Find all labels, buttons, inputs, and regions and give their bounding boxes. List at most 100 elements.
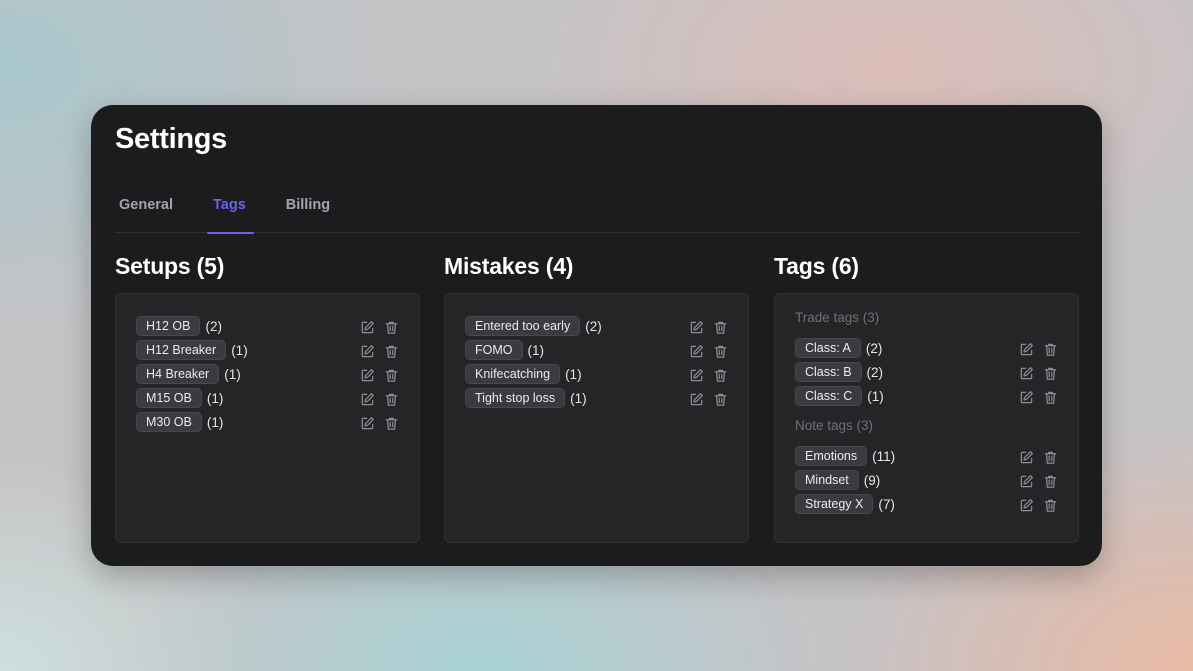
trash-icon[interactable]	[713, 392, 728, 407]
edit-icon[interactable]	[360, 320, 375, 335]
row-actions	[689, 320, 728, 335]
tag-row: Class: C (1)	[795, 384, 1058, 408]
trash-icon[interactable]	[713, 320, 728, 335]
tag-count: (1)	[206, 414, 224, 430]
trash-icon[interactable]	[1043, 498, 1058, 513]
tag-count: (1)	[206, 390, 224, 406]
tag-row: H12 OB (2)	[136, 314, 399, 338]
trash-icon[interactable]	[1043, 450, 1058, 465]
tab-tags[interactable]: Tags	[207, 195, 254, 234]
tag-pill[interactable]: FOMO	[465, 340, 523, 360]
tag-row: Entered too early (2)	[465, 314, 728, 338]
edit-icon[interactable]	[360, 416, 375, 431]
setups-card: H12 OB (2) H12 Breaker (1) H4 Breaker (1) M15 …	[115, 293, 420, 543]
row-actions	[689, 368, 728, 383]
edit-icon[interactable]	[1019, 498, 1034, 513]
edit-icon[interactable]	[360, 392, 375, 407]
trash-icon[interactable]	[384, 392, 399, 407]
trade-tags-list: Class: A (2) Class: B (2) Class: C (1)	[795, 336, 1058, 408]
tag-pill[interactable]: H4 Breaker	[136, 364, 220, 384]
row-actions	[1019, 366, 1058, 381]
mistakes-list: Entered too early (2) FOMO (1) Knifecatching…	[465, 314, 728, 410]
tag-row: H4 Breaker (1)	[136, 362, 399, 386]
mistakes-card: Entered too early (2) FOMO (1) Knifecatching…	[444, 293, 749, 543]
tag-row: H12 Breaker (1)	[136, 338, 399, 362]
trash-icon[interactable]	[713, 344, 728, 359]
tag-row: Emotions (11)	[795, 444, 1058, 468]
tags-heading: Tags (6)	[774, 253, 859, 279]
tab-billing[interactable]: Billing	[282, 195, 334, 233]
mistakes-heading: Mistakes (4)	[444, 253, 574, 279]
tag-row: Tight stop loss (1)	[465, 386, 728, 410]
tag-row: Class: B (2)	[795, 360, 1058, 384]
tag-row: Mindset (9)	[795, 468, 1058, 492]
tag-pill[interactable]: Class: A	[795, 338, 861, 358]
trash-icon[interactable]	[384, 368, 399, 383]
tag-count: (7)	[878, 496, 895, 512]
tag-row: FOMO (1)	[465, 338, 728, 362]
note-tags-label: Note tags (3)	[795, 418, 874, 433]
tag-count: (11)	[872, 448, 896, 464]
row-actions	[689, 392, 728, 407]
tag-pill[interactable]: Entered too early	[465, 316, 581, 336]
tag-pill[interactable]: Class: C	[795, 386, 863, 406]
trash-icon[interactable]	[384, 416, 399, 431]
tag-row: M30 OB (1)	[136, 410, 399, 434]
row-actions	[360, 416, 399, 431]
edit-icon[interactable]	[360, 368, 375, 383]
row-actions	[360, 320, 399, 335]
setups-list: H12 OB (2) H12 Breaker (1) H4 Breaker (1) M15 …	[136, 314, 399, 434]
tag-pill[interactable]: M15 OB	[136, 388, 202, 408]
mistakes-section: Mistakes (4) Entered too early (2) FOMO (1)…	[444, 253, 749, 543]
tag-pill[interactable]: Class: B	[795, 362, 862, 382]
row-actions	[1019, 450, 1058, 465]
tag-row: Class: A (2)	[795, 336, 1058, 360]
edit-icon[interactable]	[1019, 390, 1034, 405]
tag-count: (1)	[867, 388, 884, 404]
tag-count: (1)	[527, 342, 545, 358]
edit-icon[interactable]	[689, 368, 704, 383]
row-actions	[1019, 342, 1058, 357]
row-actions	[1019, 390, 1058, 405]
tag-count: (2)	[865, 340, 883, 356]
trash-icon[interactable]	[384, 344, 399, 359]
tag-pill[interactable]: Emotions	[795, 446, 868, 466]
tag-count: (2)	[205, 318, 222, 334]
tab-bar: General Tags Billing	[115, 195, 1080, 234]
edit-icon[interactable]	[1019, 474, 1034, 489]
page-title: Settings	[115, 123, 227, 155]
edit-icon[interactable]	[689, 344, 704, 359]
tag-pill[interactable]: Tight stop loss	[465, 388, 566, 408]
row-actions	[360, 344, 399, 359]
edit-icon[interactable]	[1019, 342, 1034, 357]
tag-pill[interactable]: H12 OB	[136, 316, 201, 336]
row-actions	[689, 344, 728, 359]
settings-window: Settings General Tags Billing Setups (5)…	[91, 105, 1102, 566]
edit-icon[interactable]	[1019, 366, 1034, 381]
trash-icon[interactable]	[384, 320, 399, 335]
trash-icon[interactable]	[1043, 366, 1058, 381]
tag-count: (1)	[224, 366, 241, 382]
trash-icon[interactable]	[1043, 474, 1058, 489]
edit-icon[interactable]	[360, 344, 375, 359]
trash-icon[interactable]	[713, 368, 728, 383]
setups-section: Setups (5) H12 OB (2) H12 Breaker (1) H4 Bre…	[115, 253, 420, 543]
trash-icon[interactable]	[1043, 342, 1058, 357]
tag-row: Strategy X (7)	[795, 492, 1058, 516]
tag-count: (2)	[866, 364, 884, 380]
tag-pill[interactable]: Mindset	[795, 470, 859, 490]
tag-pill[interactable]: M30 OB	[136, 412, 202, 432]
tag-count: (1)	[565, 366, 582, 382]
row-actions	[1019, 474, 1058, 489]
edit-icon[interactable]	[1019, 450, 1034, 465]
tab-general[interactable]: General	[115, 195, 177, 233]
trash-icon[interactable]	[1043, 390, 1058, 405]
tag-count: (2)	[585, 318, 602, 334]
row-actions	[1019, 498, 1058, 513]
edit-icon[interactable]	[689, 392, 704, 407]
tag-pill[interactable]: Strategy X	[795, 494, 874, 514]
edit-icon[interactable]	[689, 320, 704, 335]
tag-pill[interactable]: H12 Breaker	[136, 340, 227, 360]
tag-pill[interactable]: Knifecatching	[465, 364, 561, 384]
tag-count: (1)	[231, 342, 248, 358]
